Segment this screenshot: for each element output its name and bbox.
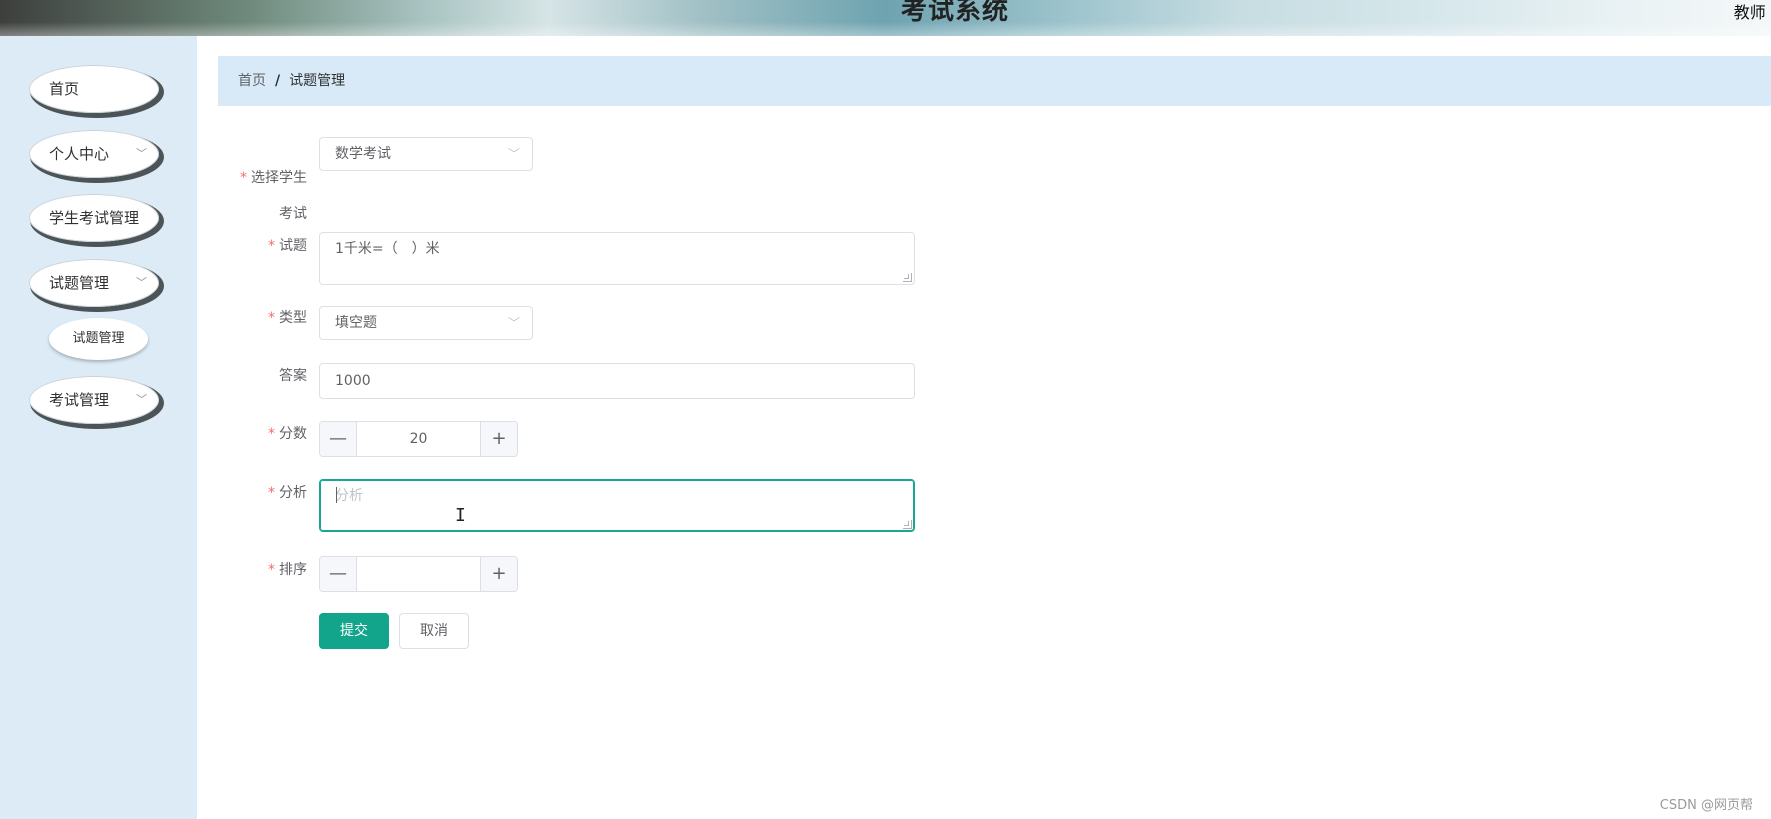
score-label-text: 分数: [279, 426, 307, 442]
main-content: 首页 / 试题管理 * 选择学生 考试 数学考试 ﹀ * 试题 1千米=（ ）米 * 类型…: [197, 36, 1771, 819]
type-label-text: 类型: [279, 310, 307, 326]
breadcrumb-separator: /: [275, 73, 281, 89]
required-mark: *: [268, 562, 275, 578]
breadcrumb-current: 试题管理: [289, 73, 346, 89]
question-label-text: 试题: [279, 238, 307, 254]
type-select-value: 填空题: [335, 315, 377, 331]
analysis-placeholder: 分析: [335, 488, 363, 504]
submit-button[interactable]: 提交: [319, 613, 389, 649]
chevron-down-icon: ﹀: [507, 147, 520, 161]
order-decrease-button[interactable]: —: [320, 557, 357, 591]
type-select[interactable]: 填空题 ﹀: [319, 306, 533, 340]
exam-select-value: 数学考试: [335, 146, 391, 162]
question-label: * 试题: [268, 235, 307, 255]
score-increase-button[interactable]: +: [480, 422, 517, 456]
order-stepper[interactable]: — +: [319, 556, 518, 592]
analysis-label-text: 分析: [279, 485, 307, 501]
exam-label-box: * 选择学生 考试: [197, 157, 307, 222]
site-title: 考试系统: [900, 0, 1009, 26]
chevron-down-icon: ﹀: [136, 393, 147, 406]
text-caret: [336, 487, 337, 503]
question-textarea[interactable]: 1千米=（ ）米: [319, 232, 915, 285]
answer-input-value: 1000: [335, 373, 371, 389]
answer-input[interactable]: 1000: [319, 363, 915, 399]
order-label: * 排序: [268, 559, 307, 579]
sidebar-item-label: 考试管理: [49, 391, 110, 409]
score-stepper[interactable]: — 20 +: [319, 421, 518, 457]
sidebar-item-question-management[interactable]: 试题管理 ﹀: [29, 259, 159, 307]
exam-label-line1: 选择学生: [251, 170, 307, 186]
breadcrumb: 首页 / 试题管理: [218, 56, 1771, 106]
sidebar-item-student-exam-management[interactable]: 学生考试管理: [29, 194, 159, 242]
exam-label-line2: 考试: [279, 206, 307, 222]
text-cursor-icon: I: [455, 505, 466, 526]
sidebar-item-exam-management[interactable]: 考试管理 ﹀: [29, 376, 159, 424]
chevron-down-icon: ﹀: [136, 276, 147, 289]
top-header: 考试系统 教师 2: [0, 0, 1771, 36]
answer-label-box: 答案: [197, 365, 307, 401]
required-mark: *: [268, 485, 275, 501]
resize-handle-icon[interactable]: [903, 273, 912, 282]
question-textarea-value: 1千米=（ ）米: [335, 241, 440, 257]
user-label[interactable]: 教师 2: [1734, 0, 1771, 23]
order-label-box: * 排序: [197, 559, 307, 595]
exam-label: * 选择学生: [240, 167, 307, 187]
sidebar-item-home[interactable]: 首页: [29, 65, 159, 113]
sidebar-item-label: 学生考试管理: [49, 209, 140, 227]
cancel-button[interactable]: 取消: [399, 613, 469, 649]
sidebar-item-personal-center[interactable]: 个人中心 ﹀: [29, 130, 159, 178]
question-label-box: * 试题: [197, 235, 307, 271]
sidebar-item-label: 首页: [49, 80, 80, 98]
order-label-text: 排序: [279, 562, 307, 578]
required-mark: *: [268, 310, 275, 326]
chevron-down-icon: ﹀: [507, 316, 520, 330]
required-mark: *: [268, 238, 275, 254]
order-increase-button[interactable]: +: [480, 557, 517, 591]
sidebar-item-label: 试题管理: [49, 274, 110, 292]
required-mark: *: [240, 170, 247, 186]
watermark: CSDN @网页帮: [1659, 798, 1753, 813]
analysis-textarea[interactable]: 分析: [319, 479, 915, 532]
score-label-box: * 分数: [197, 423, 307, 459]
resize-handle-icon[interactable]: [903, 520, 912, 529]
type-label-box: * 类型: [197, 307, 307, 343]
answer-label: 答案: [279, 368, 307, 384]
chevron-down-icon: ﹀: [136, 147, 147, 160]
analysis-label: * 分析: [268, 482, 307, 502]
order-value[interactable]: [357, 557, 480, 591]
breadcrumb-home[interactable]: 首页: [238, 73, 266, 89]
type-label: * 类型: [268, 307, 307, 327]
score-decrease-button[interactable]: —: [320, 422, 357, 456]
score-value[interactable]: 20: [357, 422, 480, 456]
analysis-label-box: * 分析: [197, 482, 307, 518]
required-mark: *: [268, 426, 275, 442]
score-label: * 分数: [268, 423, 307, 443]
exam-select[interactable]: 数学考试 ﹀: [319, 137, 533, 171]
sidebar: 首页 个人中心 ﹀ 学生考试管理 试题管理 ﹀ 试题管理 考试管理 ﹀: [0, 36, 197, 819]
sidebar-item-label: 个人中心: [49, 145, 110, 163]
submenu-item-question-management[interactable]: 试题管理: [49, 318, 148, 360]
